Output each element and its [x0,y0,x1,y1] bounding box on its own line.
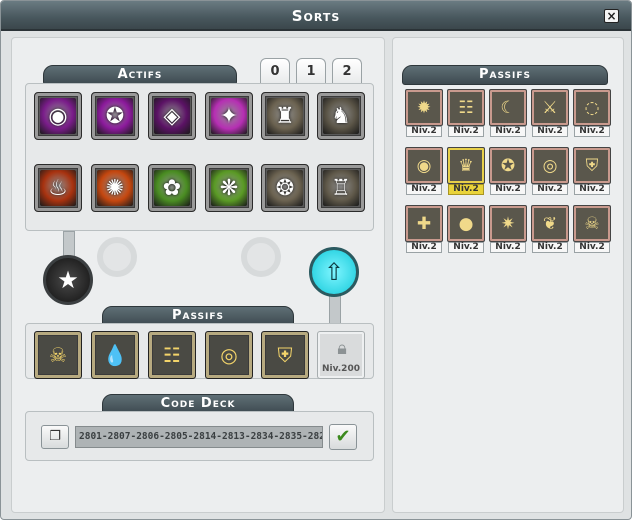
star-emblem-icon: ✪ [489,147,527,184]
passive-level: Niv.2 [448,126,484,137]
ring-emblem-icon[interactable]: ◎ [205,331,253,379]
shield-emblem-icon: ⛨ [573,147,611,184]
active-spell-slot[interactable]: ◉ [34,92,82,140]
drop-emblem-icon[interactable]: 💧 [91,331,139,379]
passive-card[interactable]: ● Niv.2 [447,205,485,255]
checkmark-icon: ✔ [335,426,351,447]
spells-window: Sorts × Actifs 0 1 2 ◉ ✪ ◈ ✦ ♜ ♞ ♨ ✺ ✿ ❋ ❂ ♖ ★ ⇧ Pa… [0,0,632,520]
passive-level: Niv.2 [574,242,610,253]
passive-card[interactable]: ⛨ Niv.2 [573,147,611,197]
copy-code-button[interactable]: ❐ [41,425,69,449]
ring-emblem-icon: ◎ [531,147,569,184]
green-slash-icon: ❋ [211,170,247,206]
active-spell-slot[interactable]: ◈ [148,92,196,140]
warrior-emblem-icon: ♛ [447,147,485,184]
passive-level: Niv.2 [448,242,484,253]
passive-level: Niv.2 [532,242,568,253]
apply-code-button[interactable]: ✔ [329,424,357,450]
code-deck-field[interactable]: 2801-2807-2806-2805-2814-2813-2834-2835-… [75,426,323,448]
active-spell-slot[interactable]: ♜ [261,92,309,140]
active-spell-slot[interactable]: ✦ [205,92,253,140]
active-spell-slot[interactable]: ✪ [91,92,139,140]
copy-icon: ❐ [49,429,61,444]
star-burst-emblem-icon: ✷ [489,205,527,242]
gear-decoration-icon [97,237,137,277]
passive-card[interactable]: ☷ Niv.2 [447,89,485,139]
passive-level: Niv.2 [490,184,526,195]
purple-face-icon: ◈ [154,98,190,134]
purple-mask-icon: ✪ [97,98,133,134]
passive-card[interactable]: ♛ Niv.2 [447,147,485,197]
fire-idol-icon: ♨ [40,170,76,206]
passive-card[interactable]: ☠ Niv.2 [573,205,611,255]
drop-emblem-icon: ● [447,205,485,242]
sword-emblem-icon: ⚔ [531,89,569,126]
passive-card[interactable]: ✚ Niv.2 [405,205,443,255]
passive-level: Niv.2 [574,184,610,195]
window-title: Sorts [291,7,341,25]
passive-level: Niv.2 [448,184,484,195]
passive-card[interactable]: ✷ Niv.2 [489,205,527,255]
fire-burst-icon: ✺ [97,170,133,206]
passive-card[interactable]: ✪ Niv.2 [489,147,527,197]
passive-card[interactable]: ⚔ Niv.2 [531,89,569,139]
green-gear-icon: ✿ [154,170,190,206]
eagle-emblem-icon: ❦ [531,205,569,242]
active-spell-slot[interactable]: ❂ [261,164,309,212]
passive-level: Niv.2 [490,242,526,253]
gold-bear-icon: ❂ [267,170,303,206]
passive-level: Niv.2 [532,126,568,137]
skull-emblem-icon: ☠ [573,205,611,242]
passive-level: Niv.2 [406,242,442,253]
gold-robot-icon: ♖ [323,170,359,206]
gear-decoration-icon [241,237,281,277]
passive-level: Niv.2 [532,184,568,195]
character-upgrade-icon: ⇧ [323,258,345,286]
gold-mech-icon: ♞ [323,98,359,134]
skull-emblem-icon[interactable]: ☠ [34,331,82,379]
passifs-panel-label: Passifs [402,65,608,85]
passive-card[interactable]: ☾ Niv.2 [489,89,527,139]
spiral-emblem-icon: ◌ [573,89,611,126]
passive-level: Niv.2 [406,184,442,195]
active-spell-slot[interactable]: ♨ [34,164,82,212]
title-bar[interactable]: Sorts × [1,1,631,31]
pink-beam-icon: ✦ [211,98,247,134]
passive-level: Niv.2 [406,126,442,137]
passive-level: Niv.2 [490,126,526,137]
passive-card[interactable]: ◉ Niv.2 [405,147,443,197]
passive-card[interactable]: ✹ Niv.2 [405,89,443,139]
passive-level: Niv.2 [574,126,610,137]
passive-card[interactable]: ◎ Niv.2 [531,147,569,197]
crowd-emblem-icon[interactable]: ☷ [148,331,196,379]
active-spell-slot[interactable]: ✿ [148,164,196,212]
shield-emblem-icon[interactable]: ⛨ [261,331,309,379]
passive-card[interactable]: ◌ Niv.2 [573,89,611,139]
gold-guardian-icon: ♜ [267,98,303,134]
active-spell-slot[interactable]: ♖ [317,164,365,212]
tab-deck-0[interactable]: 0 [260,58,290,84]
passive-card[interactable]: ❦ Niv.2 [531,205,569,255]
eye-emblem-icon: ◉ [405,147,443,184]
tab-deck-1[interactable]: 1 [296,58,326,84]
active-spell-slot[interactable]: ❋ [205,164,253,212]
close-button[interactable]: × [604,9,619,23]
locked-slot-level: Niv.200 [322,364,360,374]
left-medal[interactable]: ★ [43,255,93,305]
active-spell-slot[interactable]: ♞ [317,92,365,140]
purple-orb-icon: ◉ [40,98,76,134]
sun-emblem-icon: ✹ [405,89,443,126]
tab-deck-2[interactable]: 2 [332,58,362,84]
active-spell-slot[interactable]: ✺ [91,164,139,212]
star-wand-icon: ★ [57,266,79,294]
right-medal[interactable]: ⇧ [309,247,359,297]
locked-passive-slot: 🔒︎ Niv.200 [317,331,365,379]
actifs-label: Actifs [43,65,237,85]
scythe-emblem-icon: ☾ [489,89,527,126]
crowd-emblem-icon: ☷ [447,89,485,126]
padlock-icon: 🔒︎ [337,338,347,359]
syringe-emblem-icon: ✚ [405,205,443,242]
